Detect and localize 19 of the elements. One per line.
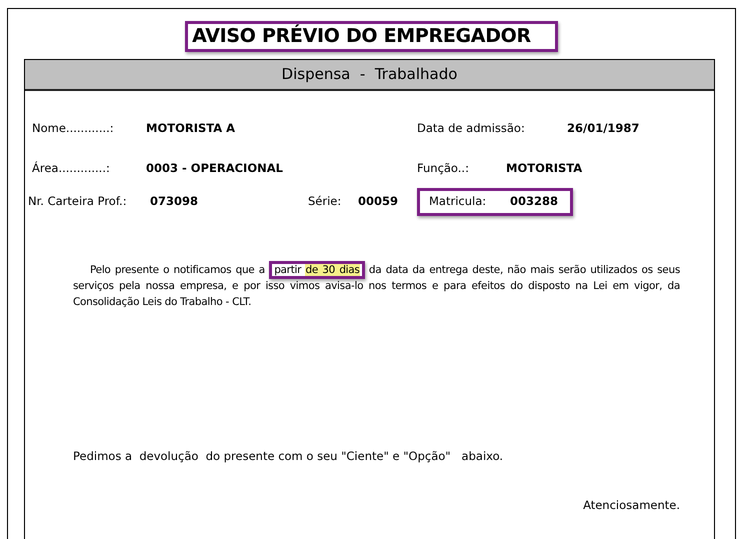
request-text: Pedimos a devolução do presente com o seu "Ciente" e "Opção" abaixo.: [73, 448, 504, 465]
field-value: 073098: [150, 193, 200, 210]
notice-paragraph: Pelo presente o notificamos que a partir de 30 dias da data da entrega deste, não mais serão utilizados os seus serviços pela nossa empresa, e por isso vimos avisa-lo nos termos e para efeitos do disposto na Lei em vigor, da Consolidação Leis do Trabalho - CLT.: [73, 262, 680, 310]
field-value: 26/01/1987: [567, 120, 640, 138]
field-label: Função..:: [417, 160, 470, 178]
field-label: Série:: [308, 193, 342, 210]
field-label: Matricula:: [429, 192, 488, 210]
field-label: Área.............:: [31, 160, 111, 178]
document-title: AVISO PRÉVIO DO EMPREGADOR: [185, 21, 558, 52]
field-label: Nr. Carteira Prof.:: [27, 193, 128, 210]
closing-text: Atenciosamente.: [583, 497, 680, 514]
section-header: Dispensa - Trabalhado: [25, 60, 714, 91]
field-value: 0003 - OPERACIONAL: [146, 160, 284, 178]
field-value: 003288: [510, 192, 558, 210]
field-value: MOTORISTA: [506, 160, 582, 178]
field-value: MOTORISTA A: [146, 120, 236, 138]
field-value: 00059: [358, 193, 400, 210]
field-label: Nome............:: [31, 120, 115, 138]
field-label: Data de admissão:: [417, 120, 526, 138]
